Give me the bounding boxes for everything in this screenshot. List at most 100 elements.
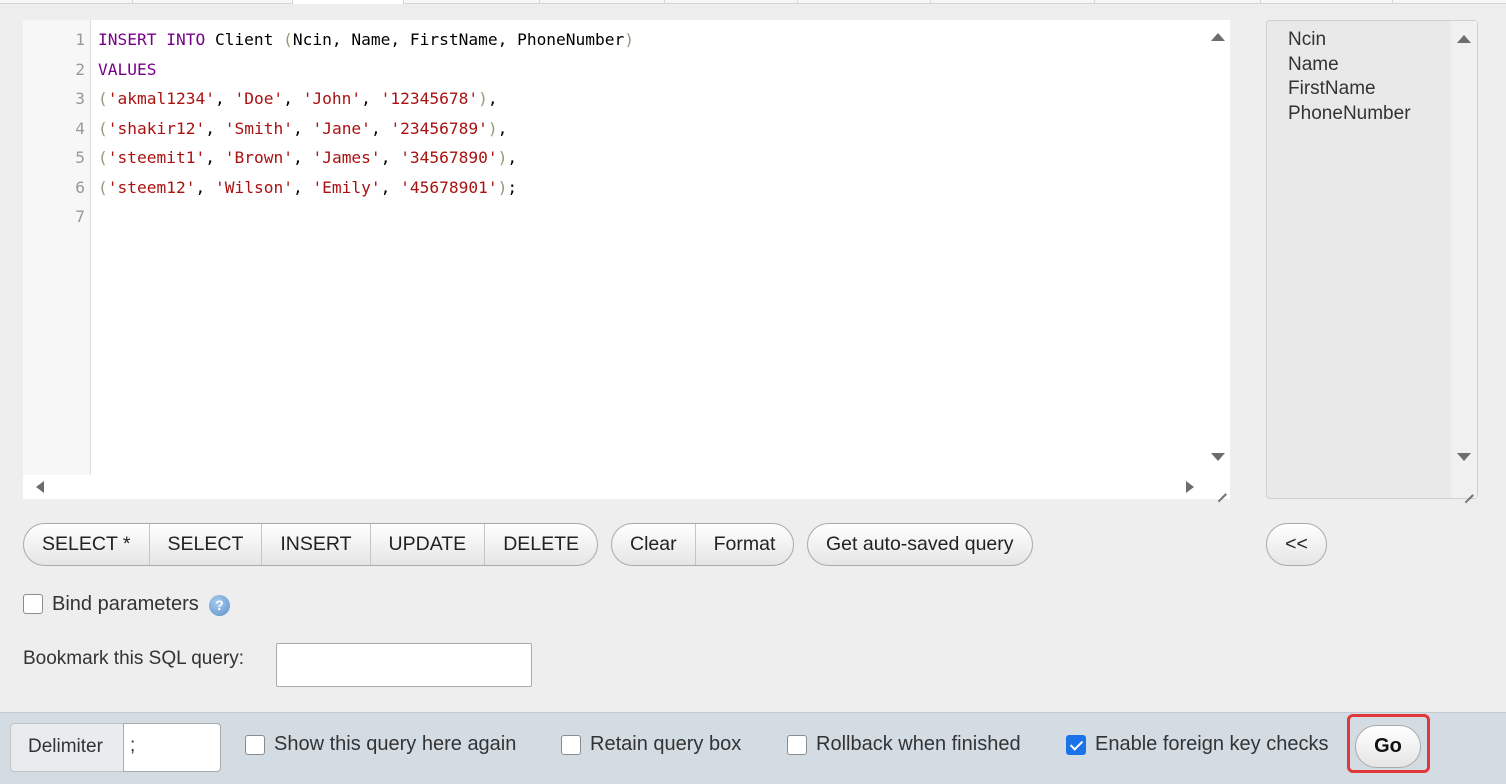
code-line[interactable]: VALUES xyxy=(98,55,156,84)
code-token: ) xyxy=(487,118,498,138)
select-button[interactable]: SELECT xyxy=(150,524,263,565)
columns-list[interactable]: Ncin Name FirstName PhoneNumber xyxy=(1266,20,1478,499)
rollback-label[interactable]: Rollback when finished xyxy=(816,733,1021,756)
code-token: , xyxy=(205,118,225,138)
code-token: INSERT INTO xyxy=(98,30,206,49)
code-token: ) xyxy=(497,148,508,167)
foreign-key-checks-checkbox[interactable] xyxy=(1066,735,1086,755)
code-token: Client xyxy=(205,30,284,49)
column-item[interactable]: Name xyxy=(1288,53,1339,77)
code-token: 'John' xyxy=(302,89,362,108)
sql-editor[interactable]: 1 INSERT INTO Client (Ncin, Name, FirstNa… xyxy=(23,20,1230,499)
bind-parameters-label[interactable]: Bind parameters xyxy=(52,593,199,616)
editor-actions-button-group: Clear Format xyxy=(611,523,795,566)
code-token: , xyxy=(214,89,235,108)
bookmark-label: Bookmark this SQL query: xyxy=(23,648,245,669)
scroll-up-arrow-icon[interactable] xyxy=(1457,35,1471,43)
scroll-left-arrow-icon[interactable] xyxy=(36,481,44,493)
line-number: 6 xyxy=(75,177,85,197)
bookmark-input[interactable] xyxy=(276,643,532,687)
code-line[interactable]: ('steemit1', 'Brown', 'James', '34567890… xyxy=(98,143,517,172)
code-token: 'steemit1' xyxy=(107,148,206,167)
code-token: VALUES xyxy=(98,59,157,79)
autosave-button-group: Get auto-saved query xyxy=(807,523,1033,566)
code-token: 'shakir12' xyxy=(107,118,206,138)
select-star-button[interactable]: SELECT * xyxy=(24,524,150,565)
tab-segment[interactable] xyxy=(931,0,1095,4)
column-item[interactable]: Ncin xyxy=(1288,28,1326,52)
delimiter-group: Delimiter ; xyxy=(10,723,221,772)
show-query-again-checkbox[interactable] xyxy=(245,735,265,755)
resize-grip-icon[interactable] xyxy=(1216,485,1226,495)
tab-segment[interactable] xyxy=(1261,0,1393,4)
code-token: 'Emily' xyxy=(312,177,381,197)
update-button[interactable]: UPDATE xyxy=(371,524,486,565)
code-line[interactable]: INSERT INTO Client (Ncin, Name, FirstNam… xyxy=(98,25,634,54)
clear-button[interactable]: Clear xyxy=(612,524,696,565)
rollback-checkbox[interactable] xyxy=(787,735,807,755)
retain-query-box-label[interactable]: Retain query box xyxy=(590,733,741,756)
line-number: 1 xyxy=(75,30,85,49)
tab-segment[interactable] xyxy=(1095,0,1261,4)
insert-button[interactable]: INSERT xyxy=(262,524,371,565)
code-token: , xyxy=(380,177,401,197)
code-token: '45678901' xyxy=(400,177,498,197)
column-item[interactable]: PhoneNumber xyxy=(1288,102,1411,126)
format-button[interactable]: Format xyxy=(696,524,794,565)
code-token: , xyxy=(205,148,225,167)
tab-segment[interactable] xyxy=(540,0,665,4)
code-token: , xyxy=(292,148,313,167)
tab-segment[interactable] xyxy=(404,0,540,4)
resize-grip-icon[interactable] xyxy=(1463,486,1473,496)
collapse-columns-button[interactable]: << xyxy=(1285,524,1308,565)
foreign-key-checks-label[interactable]: Enable foreign key checks xyxy=(1095,733,1328,756)
code-line[interactable]: ('akmal1234', 'Doe', 'John', '12345678')… xyxy=(98,84,498,113)
columns-list-scrollbar[interactable] xyxy=(1451,21,1477,498)
tab-strip xyxy=(0,0,1506,4)
bind-parameters-checkbox[interactable] xyxy=(23,594,43,614)
get-auto-saved-query-button[interactable]: Get auto-saved query xyxy=(808,524,1032,565)
tab-segment[interactable] xyxy=(798,0,931,4)
tab-active[interactable] xyxy=(293,0,404,4)
code-token: Ncin, Name, FirstName, PhoneNumber xyxy=(292,30,625,49)
editor-vertical-scrollbar[interactable] xyxy=(1206,20,1230,475)
code-token: 'James' xyxy=(312,148,381,167)
editor-horizontal-scrollbar[interactable] xyxy=(23,475,1230,499)
scroll-up-arrow-icon[interactable] xyxy=(1211,33,1225,41)
retain-query-box-checkbox[interactable] xyxy=(561,735,581,755)
code-token: 'akmal1234' xyxy=(107,89,215,108)
tab-segment[interactable] xyxy=(0,0,133,4)
code-token: ( xyxy=(98,118,108,138)
code-token: 'Doe' xyxy=(234,89,284,108)
code-token: ( xyxy=(98,89,108,108)
code-token: , xyxy=(370,118,391,138)
code-token: ( xyxy=(98,148,108,167)
code-token: 'Jane' xyxy=(312,118,371,138)
tab-segment[interactable] xyxy=(665,0,798,4)
code-token: 'Wilson' xyxy=(214,177,293,197)
help-icon[interactable]: ? xyxy=(209,595,230,616)
scroll-down-arrow-icon[interactable] xyxy=(1211,453,1225,461)
tab-segment[interactable] xyxy=(133,0,293,4)
code-token: ) xyxy=(478,89,488,108)
show-query-again-label[interactable]: Show this query here again xyxy=(274,733,516,756)
code-token: 'Smith' xyxy=(224,118,293,138)
delimiter-input[interactable]: ; xyxy=(123,723,221,772)
code-token: , xyxy=(487,89,498,108)
code-token: ; xyxy=(507,177,518,197)
go-button-highlight xyxy=(1347,714,1430,773)
line-number: 3 xyxy=(75,89,85,108)
code-line[interactable]: ('shakir12', 'Smith', 'Jane', '23456789'… xyxy=(98,114,507,143)
delete-button[interactable]: DELETE xyxy=(485,524,597,565)
line-number: 4 xyxy=(75,118,85,138)
line-number: 7 xyxy=(75,207,85,226)
scroll-right-arrow-icon[interactable] xyxy=(1186,481,1194,493)
code-token: , xyxy=(380,148,401,167)
toggle-columns-button-group: << xyxy=(1266,523,1327,566)
scroll-down-arrow-icon[interactable] xyxy=(1457,453,1471,461)
code-line[interactable]: ('steem12', 'Wilson', 'Emily', '45678901… xyxy=(98,173,517,202)
code-token: '23456789' xyxy=(390,118,488,138)
code-token: , xyxy=(361,89,381,108)
column-item[interactable]: FirstName xyxy=(1288,77,1376,101)
code-token: 'steem12' xyxy=(107,177,196,197)
